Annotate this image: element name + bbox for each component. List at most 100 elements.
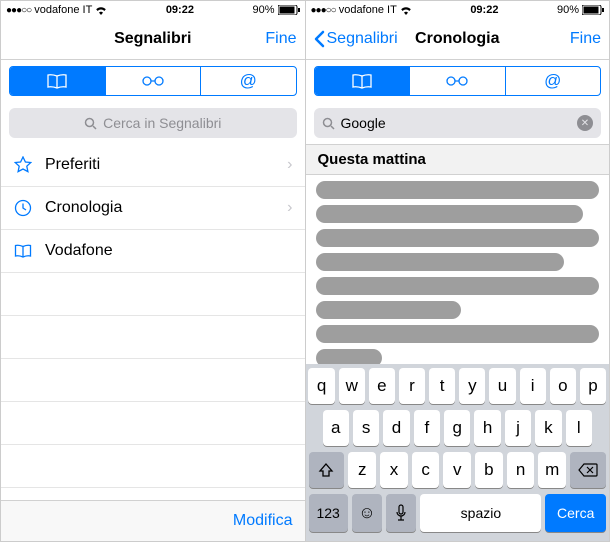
row-label: Cronologia bbox=[45, 199, 122, 217]
backspace-key[interactable] bbox=[570, 452, 606, 488]
tab-shared[interactable]: @ bbox=[200, 67, 296, 95]
key-q[interactable]: q bbox=[308, 368, 334, 404]
shift-key[interactable] bbox=[309, 452, 345, 488]
bookmarks-screen: ●●●○○vodafone IT 09:22 90% Segnalibri Fi… bbox=[1, 1, 305, 541]
search-input[interactable] bbox=[341, 115, 572, 131]
page-title: Cronologia bbox=[394, 30, 522, 48]
status-bar: ●●●○○vodafone IT 09:22 90% bbox=[306, 1, 610, 19]
wifi-icon bbox=[95, 6, 107, 15]
empty-row bbox=[1, 402, 305, 445]
done-button[interactable]: Fine bbox=[521, 30, 601, 48]
back-button[interactable]: Segnalibri bbox=[314, 30, 394, 48]
empty-row bbox=[1, 445, 305, 488]
battery-label: 90% bbox=[252, 4, 274, 16]
key-u[interactable]: u bbox=[489, 368, 515, 404]
key-d[interactable]: d bbox=[383, 410, 409, 446]
empty-row bbox=[1, 488, 305, 500]
tab-shared[interactable]: @ bbox=[505, 67, 601, 95]
key-m[interactable]: m bbox=[538, 452, 566, 488]
key-f[interactable]: f bbox=[414, 410, 440, 446]
search-icon bbox=[322, 117, 335, 130]
key-r[interactable]: r bbox=[399, 368, 425, 404]
key-w[interactable]: w bbox=[339, 368, 365, 404]
keyboard-row-3: z x c v b n m bbox=[309, 452, 607, 488]
page-title: Segnalibri bbox=[89, 30, 217, 48]
history-list bbox=[306, 175, 610, 364]
space-key[interactable]: spazio bbox=[420, 494, 541, 532]
row-label: Vodafone bbox=[45, 242, 113, 260]
tab-reading-list[interactable] bbox=[409, 67, 505, 95]
search-icon bbox=[84, 117, 97, 130]
key-t[interactable]: t bbox=[429, 368, 455, 404]
book-icon bbox=[13, 244, 33, 258]
key-n[interactable]: n bbox=[507, 452, 535, 488]
key-k[interactable]: k bbox=[535, 410, 561, 446]
empty-row bbox=[1, 273, 305, 316]
key-s[interactable]: s bbox=[353, 410, 379, 446]
search-field[interactable]: ✕ bbox=[314, 108, 602, 138]
keyboard-row-2: a s d f g h j k l bbox=[309, 410, 607, 446]
key-j[interactable]: j bbox=[505, 410, 531, 446]
edit-button[interactable]: Modifica bbox=[233, 512, 293, 530]
signal-dots-icon: ●●●○○ bbox=[311, 5, 336, 16]
numbers-key[interactable]: 123 bbox=[309, 494, 348, 532]
history-item[interactable] bbox=[316, 205, 583, 223]
search-placeholder: Cerca in Segnalibri bbox=[103, 115, 221, 131]
key-b[interactable]: b bbox=[475, 452, 503, 488]
bottom-toolbar: Modifica bbox=[1, 500, 305, 541]
done-button[interactable]: Fine bbox=[217, 30, 297, 48]
history-item[interactable] bbox=[316, 325, 600, 343]
key-a[interactable]: a bbox=[323, 410, 349, 446]
keyboard-row-1: q w e r t y u i o p bbox=[309, 368, 607, 404]
segmented-control: @ bbox=[314, 66, 602, 96]
history-item[interactable] bbox=[316, 349, 383, 364]
carrier-label: vodafone IT bbox=[34, 4, 92, 16]
key-z[interactable]: z bbox=[348, 452, 376, 488]
key-y[interactable]: y bbox=[459, 368, 485, 404]
history-item[interactable] bbox=[316, 301, 462, 319]
history-item[interactable] bbox=[316, 229, 600, 247]
row-label: Preferiti bbox=[45, 156, 100, 174]
search-field[interactable]: Cerca in Segnalibri bbox=[9, 108, 297, 138]
history-item[interactable] bbox=[316, 181, 600, 199]
key-v[interactable]: v bbox=[443, 452, 471, 488]
bookmarks-list: Preferiti › Cronologia › Vodafone bbox=[1, 144, 305, 500]
history-item[interactable] bbox=[316, 253, 565, 271]
history-item[interactable] bbox=[316, 277, 600, 295]
key-x[interactable]: x bbox=[380, 452, 408, 488]
key-p[interactable]: p bbox=[580, 368, 606, 404]
row-vodafone[interactable]: Vodafone bbox=[1, 230, 305, 273]
key-o[interactable]: o bbox=[550, 368, 576, 404]
key-i[interactable]: i bbox=[520, 368, 546, 404]
row-preferiti[interactable]: Preferiti › bbox=[1, 144, 305, 187]
key-l[interactable]: l bbox=[566, 410, 592, 446]
key-h[interactable]: h bbox=[474, 410, 500, 446]
keyboard-row-4: 123 ☺ spazio Cerca bbox=[309, 494, 607, 532]
clock-label: 09:22 bbox=[166, 4, 194, 16]
nav-bar: Segnalibri Cronologia Fine bbox=[306, 19, 610, 60]
carrier-label: vodafone IT bbox=[339, 4, 397, 16]
empty-row bbox=[1, 359, 305, 402]
key-c[interactable]: c bbox=[412, 452, 440, 488]
key-e[interactable]: e bbox=[369, 368, 395, 404]
emoji-key[interactable]: ☺ bbox=[352, 494, 382, 532]
tab-reading-list[interactable] bbox=[105, 67, 201, 95]
wifi-icon bbox=[400, 6, 412, 15]
clock-label: 09:22 bbox=[470, 4, 498, 16]
search-key[interactable]: Cerca bbox=[545, 494, 606, 532]
keyboard: q w e r t y u i o p a s d f g h j k l bbox=[306, 364, 610, 541]
battery-icon bbox=[278, 5, 300, 15]
segmented-control: @ bbox=[9, 66, 297, 96]
empty-row bbox=[1, 316, 305, 359]
clear-icon[interactable]: ✕ bbox=[577, 115, 593, 131]
mic-key[interactable] bbox=[386, 494, 416, 532]
signal-dots-icon: ●●●○○ bbox=[6, 5, 31, 16]
row-cronologia[interactable]: Cronologia › bbox=[1, 187, 305, 230]
tab-bookmarks[interactable] bbox=[10, 67, 105, 95]
history-screen: ●●●○○vodafone IT 09:22 90% Segnalibri Cr… bbox=[306, 1, 610, 541]
key-g[interactable]: g bbox=[444, 410, 470, 446]
tab-bookmarks[interactable] bbox=[315, 67, 410, 95]
nav-bar: Segnalibri Fine bbox=[1, 19, 305, 60]
chevron-right-icon: › bbox=[287, 199, 292, 217]
battery-icon bbox=[582, 5, 604, 15]
